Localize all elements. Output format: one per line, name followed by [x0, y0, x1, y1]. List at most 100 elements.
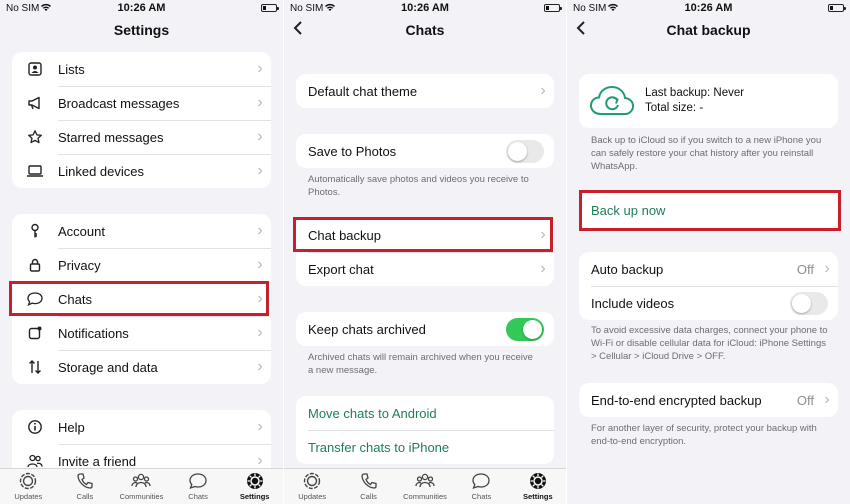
- export-chat-item[interactable]: Export chat ›: [296, 252, 554, 286]
- tab-calls[interactable]: Calls: [340, 469, 396, 504]
- chat-backup-screen: No SIM 10:26 AM Chat backup Last backup:…: [567, 0, 850, 504]
- chevron-right-icon: ›: [540, 82, 546, 99]
- up-down-arrows-icon: [12, 359, 58, 375]
- chats-tab-icon: [189, 473, 207, 490]
- auto-backup-group: Auto backup Off › Include videos: [579, 252, 838, 320]
- last-backup-label: Last backup: Never: [645, 87, 745, 99]
- backup-now-group: Back up now: [579, 192, 838, 228]
- include-videos-toggle[interactable]: [790, 291, 828, 315]
- settings-item-broadcast[interactable]: Broadcast messages ›: [12, 86, 271, 120]
- settings-item-label: Notifications: [58, 325, 129, 341]
- chevron-right-icon: ›: [540, 226, 546, 243]
- item-label: Transfer chats to iPhone: [308, 439, 450, 455]
- settings-item-label: Privacy: [58, 257, 101, 273]
- save-photos-note: Automatically save photos and videos you…: [308, 174, 529, 198]
- page-title: Settings: [113, 22, 170, 38]
- tab-updates[interactable]: Updates: [284, 469, 340, 504]
- settings-item-label: Lists: [58, 61, 85, 77]
- chevron-right-icon: ›: [257, 256, 263, 273]
- laptop-icon: [12, 164, 58, 178]
- battery-icon: [828, 4, 846, 12]
- battery-icon: [261, 4, 279, 12]
- clock: 10:26 AM: [684, 2, 733, 14]
- tab-label: Updates: [14, 492, 43, 501]
- archived-note: Archived chats will remain archived when…: [308, 352, 533, 376]
- tab-label: Chats: [188, 492, 208, 501]
- default-chat-theme-item[interactable]: Default chat theme ›: [296, 74, 554, 108]
- tab-chats[interactable]: Chats: [453, 469, 509, 504]
- tab-settings[interactable]: Settings: [226, 469, 283, 504]
- settings-item-chats[interactable]: Chats ›: [12, 282, 271, 316]
- tab-calls[interactable]: Calls: [57, 469, 114, 504]
- save-to-photos-toggle[interactable]: [506, 139, 544, 163]
- item-label: Chat backup: [308, 227, 381, 243]
- settings-item-lists[interactable]: Lists ›: [12, 52, 271, 86]
- cloud-sync-icon: [579, 84, 645, 118]
- notification-icon: [12, 325, 58, 341]
- settings-item-label: Invite a friend: [58, 453, 137, 469]
- auto-backup-item[interactable]: Auto backup Off ›: [579, 252, 838, 286]
- chat-backup-item[interactable]: Chat backup ›: [296, 218, 554, 252]
- chevron-right-icon: ›: [824, 391, 830, 408]
- tab-label: Updates: [298, 492, 327, 501]
- tab-label: Communities: [119, 492, 164, 501]
- tab-label: Settings: [239, 492, 270, 501]
- settings-item-linked-devices[interactable]: Linked devices ›: [12, 154, 271, 188]
- tab-label: Settings: [523, 492, 553, 501]
- button-label: Back up now: [591, 202, 666, 218]
- chevron-right-icon: ›: [257, 222, 263, 239]
- item-label: Auto backup: [591, 261, 664, 277]
- tab-settings[interactable]: Settings: [510, 469, 566, 504]
- tab-chats[interactable]: Chats: [170, 469, 227, 504]
- keep-archived-item: Keep chats archived: [296, 312, 554, 346]
- transfer-to-iphone-item[interactable]: Transfer chats to iPhone: [296, 430, 554, 464]
- star-icon: [12, 129, 58, 145]
- clock: 10:26 AM: [401, 2, 449, 14]
- gear-icon: [529, 473, 546, 489]
- total-size-label: Total size: -: [645, 102, 704, 114]
- back-up-now-button[interactable]: Back up now: [579, 192, 838, 228]
- battery-icon: [544, 4, 562, 12]
- keep-archived-toggle[interactable]: [506, 317, 544, 341]
- chats-tab-icon: [472, 473, 491, 490]
- tab-updates[interactable]: Updates: [0, 469, 57, 504]
- e2e-note: For another layer of security, protect y…: [591, 423, 817, 447]
- settings-item-notifications[interactable]: Notifications ›: [12, 316, 271, 350]
- key-icon: [12, 223, 58, 239]
- tab-label: Communities: [403, 492, 447, 501]
- item-label: Default chat theme: [308, 83, 418, 99]
- settings-item-help[interactable]: Help ›: [12, 410, 271, 444]
- gear-icon: [246, 473, 263, 489]
- communities-icon: [131, 473, 152, 488]
- clock: 10:26 AM: [117, 2, 166, 14]
- settings-item-label: Linked devices: [58, 163, 144, 179]
- tab-communities[interactable]: Communities: [397, 469, 453, 504]
- settings-item-privacy[interactable]: Privacy ›: [12, 248, 271, 282]
- move-to-android-item[interactable]: Move chats to Android: [296, 396, 554, 430]
- chats-group-photos: Save to Photos: [296, 134, 554, 168]
- chevron-right-icon: ›: [257, 162, 263, 179]
- settings-item-starred[interactable]: Starred messages ›: [12, 120, 271, 154]
- settings-group-1: Lists › Broadcast messages › Starred mes…: [12, 52, 271, 188]
- save-to-photos-item: Save to Photos: [296, 134, 554, 168]
- settings-item-label: Storage and data: [58, 359, 158, 375]
- settings-item-label: Broadcast messages: [58, 95, 180, 111]
- chevron-right-icon: ›: [257, 358, 263, 375]
- phone-icon: [360, 473, 377, 489]
- e2e-backup-value: Off: [796, 392, 814, 408]
- item-label: Save to Photos: [308, 143, 397, 159]
- settings-item-label: Starred messages: [58, 129, 164, 145]
- chevron-right-icon: ›: [257, 94, 263, 111]
- chevron-right-icon: ›: [257, 128, 263, 145]
- tab-communities[interactable]: Communities: [113, 469, 170, 504]
- e2e-backup-item[interactable]: End-to-end encrypted backup Off ›: [579, 383, 838, 417]
- settings-item-label: Account: [58, 223, 105, 239]
- settings-item-account[interactable]: Account ›: [12, 214, 271, 248]
- backup-info-text: Last backup: Never Total size: -: [645, 86, 744, 116]
- settings-item-storage[interactable]: Storage and data ›: [12, 350, 271, 384]
- updates-icon: [20, 472, 37, 490]
- settings-screen: No SIM 10:26 AM Settings Lists › Broadca…: [0, 0, 283, 504]
- chats-group-archive: Keep chats archived: [296, 312, 554, 346]
- chats-group-theme: Default chat theme ›: [296, 74, 554, 108]
- tab-bar: Updates Calls Communities Chats Settings: [0, 468, 283, 504]
